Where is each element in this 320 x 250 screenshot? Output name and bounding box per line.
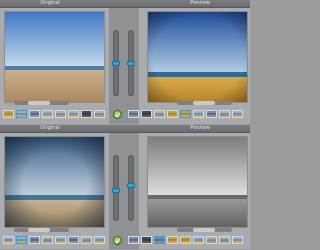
preset-thumb[interactable] (94, 236, 105, 244)
bottom-right-filmstrip (128, 236, 243, 244)
bottom-left-filmstrip (3, 236, 105, 244)
top-right-intensity-slider[interactable] (127, 30, 135, 96)
preset-thumb[interactable] (55, 236, 66, 244)
preset-thumb[interactable] (193, 110, 204, 118)
preset-thumb[interactable] (68, 236, 79, 244)
bottom-right-scroll-thumb[interactable] (193, 228, 215, 232)
top-right-filmstrip (128, 110, 243, 118)
preset-thumb[interactable] (206, 236, 217, 244)
top-workspace (0, 8, 250, 124)
top-left-scrollbar[interactable] (14, 101, 69, 105)
preset-thumb[interactable] (81, 236, 92, 244)
preset-thumb[interactable] (16, 110, 27, 118)
beach-photo-bw (148, 137, 247, 227)
preset-thumb[interactable] (68, 110, 79, 118)
preset-thumb[interactable] (3, 110, 14, 118)
preset-thumb[interactable] (42, 110, 53, 118)
preset-thumb[interactable] (193, 236, 204, 244)
bottom-right-intensity-slider[interactable] (127, 155, 135, 221)
bottom-left-scrollbar[interactable] (14, 228, 69, 232)
check-icon[interactable] (113, 236, 122, 245)
top-slider-panel (109, 8, 139, 124)
top-left-filmstrip (3, 110, 105, 118)
preset-thumb[interactable] (206, 110, 217, 118)
top-left-tab[interactable]: Original (30, 0, 70, 6)
check-icon[interactable] (113, 110, 122, 119)
bottom-left-photo[interactable] (4, 136, 105, 228)
photo-effects-app: Original Preview Original Preview (0, 0, 250, 250)
preset-thumb[interactable] (180, 110, 191, 118)
top-left-intensity-slider[interactable] (112, 30, 120, 96)
top-left-scroll-thumb[interactable] (28, 101, 50, 105)
top-right-slider-knob[interactable] (127, 61, 135, 66)
beach-photo-original (5, 12, 104, 102)
preset-thumb[interactable] (16, 236, 27, 244)
preset-thumb[interactable] (3, 236, 14, 244)
preset-thumb[interactable] (81, 110, 92, 118)
bottom-left-tab[interactable]: Original (30, 125, 70, 131)
preset-thumb[interactable] (154, 110, 165, 118)
preset-thumb[interactable] (232, 110, 243, 118)
bottom-title-bar: Original Preview (0, 125, 250, 133)
preset-thumb[interactable] (94, 110, 105, 118)
top-left-slider-knob[interactable] (112, 61, 120, 66)
preset-thumb[interactable] (128, 236, 139, 244)
bottom-left-scroll-thumb[interactable] (28, 228, 50, 232)
top-left-photo[interactable] (4, 11, 105, 103)
beach-photo-vignette (5, 137, 104, 227)
preset-thumb[interactable] (232, 236, 243, 244)
bottom-right-slider-knob[interactable] (127, 183, 135, 188)
bottom-right-tab[interactable]: Preview (180, 125, 220, 131)
preset-thumb[interactable] (167, 236, 178, 244)
preset-thumb[interactable] (128, 110, 139, 118)
top-right-scrollbar[interactable] (177, 101, 232, 105)
preset-thumb[interactable] (42, 236, 53, 244)
beach-photo-golden (148, 12, 247, 102)
bottom-left-slider-knob[interactable] (112, 188, 120, 193)
top-right-scroll-thumb[interactable] (193, 101, 215, 105)
bottom-right-scrollbar[interactable] (177, 228, 232, 232)
bottom-left-intensity-slider[interactable] (112, 155, 120, 221)
preset-thumb[interactable] (29, 110, 40, 118)
top-right-photo[interactable] (147, 11, 248, 103)
bottom-right-photo[interactable] (147, 136, 248, 228)
preset-thumb[interactable] (219, 236, 230, 244)
preset-thumb[interactable] (141, 110, 152, 118)
preset-thumb[interactable] (29, 236, 40, 244)
bottom-slider-panel (109, 133, 139, 249)
preset-thumb[interactable] (219, 110, 230, 118)
preset-thumb[interactable] (55, 110, 66, 118)
preset-thumb[interactable] (180, 236, 191, 244)
preset-thumb[interactable] (167, 110, 178, 118)
preset-thumb[interactable] (154, 236, 165, 244)
top-right-tab[interactable]: Preview (180, 0, 220, 6)
preset-thumb[interactable] (141, 236, 152, 244)
top-title-bar: Original Preview (0, 0, 250, 8)
